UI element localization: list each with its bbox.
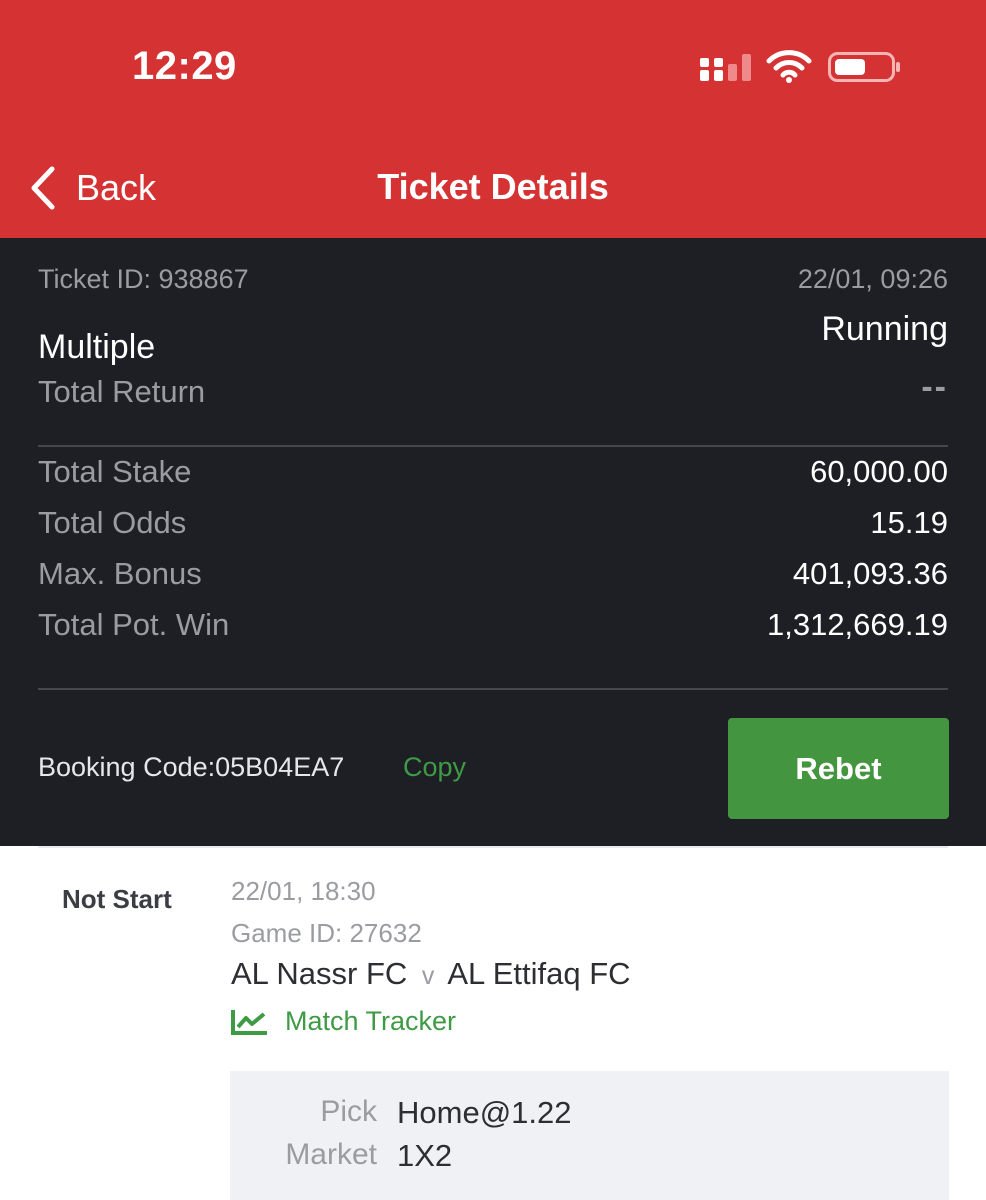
signal-icon bbox=[700, 54, 751, 81]
battery-icon bbox=[828, 52, 900, 82]
selection-kickoff: 22/01, 18:30 bbox=[231, 876, 376, 906]
total-stake-value: 60,000.00 bbox=[810, 454, 948, 489]
home-team: AL Nassr FC bbox=[231, 956, 408, 991]
total-return-value: -- bbox=[921, 368, 948, 406]
page-title: Ticket Details bbox=[377, 166, 609, 207]
away-team: AL Ettifaq FC bbox=[447, 956, 631, 991]
pick-details: Pick Home@1.22 Market 1X2 bbox=[230, 1071, 949, 1200]
divider bbox=[38, 688, 948, 690]
divider bbox=[38, 846, 948, 848]
bet-type: Multiple bbox=[38, 328, 156, 366]
pot-win-label: Total Pot. Win bbox=[38, 607, 230, 642]
total-odds-label: Total Odds bbox=[38, 505, 187, 540]
match-tracker-label: Match Tracker bbox=[285, 1006, 457, 1036]
selection-status: Not Start bbox=[62, 884, 172, 914]
pick-value: Home@1.22 bbox=[397, 1095, 572, 1130]
ticket-id: Ticket ID: 938867 bbox=[38, 264, 249, 294]
ticket-datetime: 22/01, 09:26 bbox=[797, 264, 948, 294]
divider bbox=[38, 445, 948, 447]
market-label: Market bbox=[285, 1138, 377, 1171]
total-return-label: Total Return bbox=[38, 374, 206, 409]
ticket-summary: Ticket ID: 938867 22/01, 09:26 Multiple … bbox=[0, 238, 986, 846]
rebet-button[interactable]: Rebet bbox=[728, 718, 949, 819]
match-tracker-link[interactable]: Match Tracker bbox=[231, 1006, 456, 1037]
line-chart-icon bbox=[231, 1009, 267, 1035]
selection-game-id: Game ID: 27632 bbox=[231, 918, 422, 948]
status-time: 12:29 bbox=[132, 44, 237, 88]
booking-code: Booking Code:05B04EA7 bbox=[38, 752, 345, 782]
versus-label: v bbox=[421, 962, 435, 990]
match-teams: AL Nassr FC v AL Ettifaq FC bbox=[231, 956, 631, 992]
pot-win-value: 1,312,669.19 bbox=[766, 607, 948, 642]
total-odds-value: 15.19 bbox=[870, 505, 948, 540]
pick-label: Pick bbox=[320, 1095, 377, 1128]
max-bonus-label: Max. Bonus bbox=[38, 556, 202, 591]
wifi-icon bbox=[766, 50, 812, 83]
header-bar: 12:29 Back Ticket Details bbox=[0, 0, 986, 238]
ticket-status: Running bbox=[821, 310, 948, 348]
market-value: 1X2 bbox=[397, 1138, 453, 1173]
max-bonus-value: 401,093.36 bbox=[792, 556, 948, 591]
total-stake-label: Total Stake bbox=[38, 454, 192, 489]
copy-button[interactable]: Copy bbox=[403, 752, 466, 783]
